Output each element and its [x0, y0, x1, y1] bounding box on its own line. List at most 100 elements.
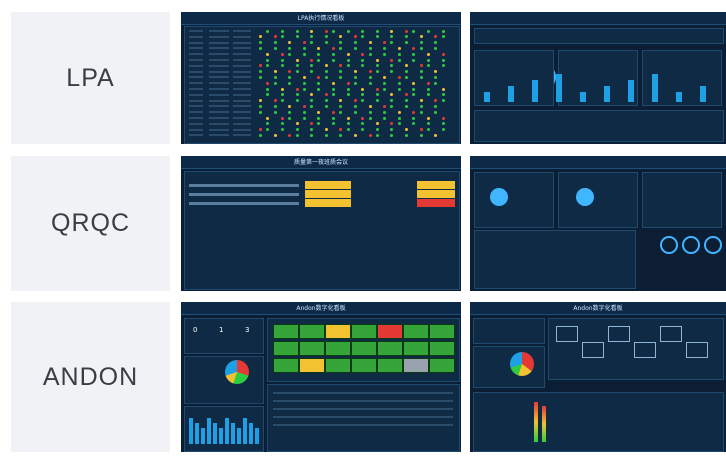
- status-dot: [419, 110, 423, 114]
- row-label-text: LPA: [66, 63, 115, 92]
- status-dot: [295, 122, 299, 126]
- table-cell: [189, 193, 299, 196]
- station-tile: [351, 358, 377, 373]
- bar: [201, 428, 205, 444]
- status-dot: [273, 133, 277, 137]
- status-dot: [368, 110, 372, 114]
- status-dot: [419, 133, 423, 137]
- table-cell: [233, 134, 251, 137]
- map-room: [556, 326, 578, 342]
- status-dot: [273, 110, 277, 114]
- status-dot: [295, 29, 299, 33]
- status-dot: [273, 75, 277, 79]
- status-dot: [375, 133, 379, 137]
- status-dot: [397, 87, 401, 91]
- dashboard-header: LPA执行情况看板: [181, 12, 461, 25]
- status-dot: [441, 58, 445, 62]
- status-dot: [346, 58, 350, 62]
- bar: [219, 428, 223, 444]
- dashboard-title: 质量第一夜班质会议: [293, 159, 348, 166]
- row-label-qrqc[interactable]: QRQC: [11, 156, 170, 291]
- status-dot: [419, 99, 423, 103]
- status-dot: [419, 35, 423, 39]
- status-dot: [346, 116, 350, 120]
- status-dot: [324, 99, 328, 103]
- status-dot: [375, 128, 379, 132]
- gauge-ring: [660, 236, 678, 254]
- table-cell: [233, 93, 251, 96]
- table-cell: [189, 202, 299, 205]
- bar: [484, 92, 490, 102]
- status-dot: [375, 87, 379, 91]
- table-cell: [209, 35, 229, 38]
- status-dot: [288, 116, 292, 120]
- status-dot: [412, 29, 416, 33]
- bar: [700, 86, 706, 102]
- row-label-andon[interactable]: ANDON: [11, 302, 170, 452]
- status-dot: [324, 128, 328, 132]
- table-cell: [209, 41, 229, 44]
- status-dot: [302, 110, 306, 114]
- status-dot: [324, 75, 328, 79]
- table-cell: [189, 76, 203, 79]
- status-dot: [302, 87, 306, 91]
- lpa-execution-dashboard-thumbnail[interactable]: LPA执行情况看板: [181, 12, 461, 144]
- status-dot: [419, 75, 423, 79]
- status-dot: [266, 58, 270, 62]
- status-dot: [324, 70, 328, 74]
- status-dot: [353, 110, 357, 114]
- lpa-analysis-dashboard-thumbnail[interactable]: [470, 12, 726, 144]
- table-panel: [474, 230, 636, 289]
- status-dot: [412, 116, 416, 120]
- status-dot: [295, 70, 299, 74]
- counter-panel: [184, 318, 264, 354]
- station-tile: [273, 358, 299, 373]
- status-dot: [266, 116, 270, 120]
- status-dot: [324, 29, 328, 33]
- table-cell: [209, 122, 229, 125]
- status-dot: [273, 46, 277, 50]
- status-dot: [361, 29, 365, 33]
- qrqc-analysis-dashboard-thumbnail[interactable]: [470, 156, 726, 291]
- status-dot: [397, 110, 401, 114]
- row-label-lpa[interactable]: LPA: [11, 12, 170, 144]
- status-dot: [397, 75, 401, 79]
- status-dot: [375, 70, 379, 74]
- table-cell: [189, 70, 203, 73]
- table-cell: [209, 93, 229, 96]
- status-dot: [383, 46, 387, 50]
- andon-dashboard-thumbnail[interactable]: Andon数字化看板 0 1 3: [181, 302, 461, 452]
- status-dot: [441, 122, 445, 126]
- map-room: [608, 326, 630, 342]
- status-dot: [383, 116, 387, 120]
- status-dot: [441, 52, 445, 56]
- counter-value: 3: [245, 326, 250, 334]
- status-dot: [332, 58, 335, 62]
- chart-panel: [474, 172, 554, 228]
- bar: [249, 423, 253, 444]
- status-dot: [397, 81, 401, 85]
- status-dot: [295, 93, 299, 97]
- station-tile: [377, 358, 403, 373]
- station-tile: [429, 341, 455, 356]
- stacked-bar: [534, 402, 538, 442]
- qrqc-meeting-dashboard-thumbnail[interactable]: 质量第一夜班质会议: [181, 156, 461, 291]
- table-cell: [209, 117, 229, 119]
- status-dot: [383, 81, 387, 85]
- status-dot: [280, 128, 284, 132]
- table-row: [273, 416, 453, 418]
- status-cell: [417, 199, 455, 207]
- pie-panel: [184, 356, 264, 404]
- bar: [676, 92, 682, 102]
- andon-map-dashboard-thumbnail[interactable]: Andon数字化看板: [470, 302, 726, 452]
- table-cell: [233, 111, 251, 114]
- status-dot: [441, 87, 445, 91]
- station-tile: [403, 324, 429, 339]
- table-row: [273, 400, 453, 402]
- status-dot: [368, 81, 372, 85]
- status-dot: [259, 133, 262, 137]
- status-dot: [368, 104, 372, 108]
- status-dot: [346, 64, 350, 68]
- lpa-table: [184, 26, 460, 144]
- status-dot: [405, 104, 408, 108]
